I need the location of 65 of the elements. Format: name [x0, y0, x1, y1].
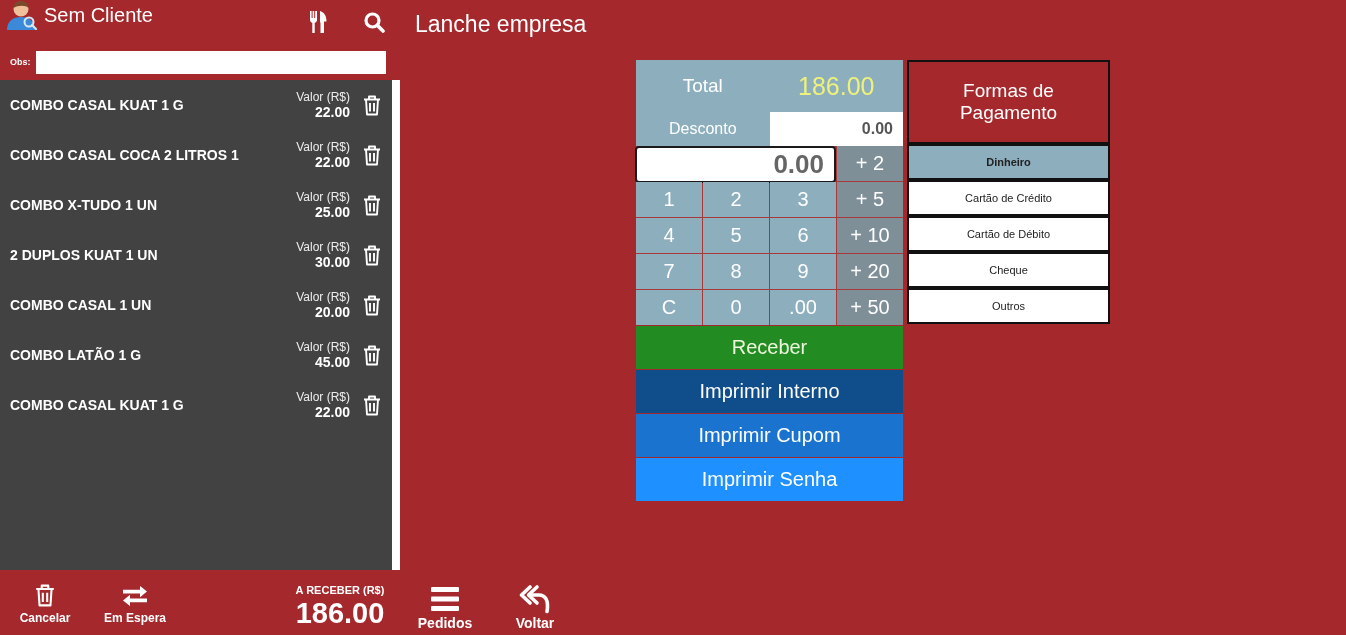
item-name[interactable]: COMBO CASAL 1 UN — [10, 297, 297, 313]
obs-field[interactable] — [36, 50, 386, 74]
trash-icon[interactable] — [363, 144, 381, 166]
price-value: 25.00 — [314, 203, 350, 221]
add-amount-key[interactable]: + 10 — [837, 218, 903, 253]
customer-name[interactable]: Sem Cliente — [44, 3, 153, 27]
item-name[interactable]: COMBO LATÃO 1 G — [10, 347, 297, 363]
discount-label: Desconto — [667, 119, 738, 139]
back-button[interactable]: Voltar — [500, 570, 570, 632]
page-title: Lanche empresa — [415, 10, 587, 38]
print-button[interactable]: Imprimir Senha — [636, 458, 903, 501]
orders-button[interactable]: Pedidos — [410, 570, 480, 632]
trash-icon[interactable] — [363, 94, 381, 116]
print-button[interactable]: Imprimir Cupom — [636, 414, 903, 457]
payment-method-button[interactable]: Outros — [907, 288, 1110, 324]
user-search-icon — [4, 0, 38, 30]
print-button[interactable]: Imprimir Interno — [636, 370, 903, 413]
reply-all-icon — [519, 584, 551, 614]
price-value: 20.00 — [314, 303, 350, 321]
item-name[interactable]: COMBO X-TUDO 1 UN — [10, 197, 297, 213]
payment-method-button[interactable]: Cartão de Crédito — [907, 180, 1110, 216]
item-name[interactable]: COMBO CASAL KUAT 1 G — [10, 97, 297, 113]
add-amount-key[interactable]: + 5 — [837, 182, 903, 217]
hold-button[interactable]: Em Espera — [100, 570, 170, 632]
trash-icon[interactable] — [363, 394, 381, 416]
total-value: 186.00 — [797, 70, 876, 102]
trash-icon[interactable] — [363, 344, 381, 366]
price-label: Valor (R$) — [296, 289, 350, 304]
price-label: Valor (R$) — [296, 239, 350, 254]
payment-method-button[interactable]: Cartão de Débito — [907, 216, 1110, 252]
price-value: 45.00 — [314, 353, 350, 371]
price-label: Valor (R$) — [296, 139, 350, 154]
add-amount-key[interactable]: + 50 — [837, 290, 903, 325]
menu-icon — [431, 587, 459, 611]
item-name[interactable]: COMBO CASAL COCA 2 LITROS 1 — [10, 147, 297, 163]
cancel-button[interactable]: Cancelar — [10, 570, 80, 632]
cutlery-icon[interactable] — [309, 11, 327, 33]
trash-icon[interactable] — [363, 244, 381, 266]
trash-icon[interactable] — [363, 294, 381, 316]
item-name[interactable]: COMBO CASAL KUAT 1 G — [10, 397, 297, 413]
total-label: Total — [681, 74, 724, 98]
price-label: Valor (R$) — [296, 189, 350, 204]
trash-icon[interactable] — [363, 194, 381, 216]
amount-due-label: A RECEBER (R$) — [295, 583, 385, 597]
add-amount-key[interactable]: + 2 — [837, 146, 903, 181]
search-icon[interactable] — [364, 12, 385, 33]
payment-method-button[interactable]: Dinheiro — [907, 144, 1110, 180]
price-value: 22.00 — [314, 403, 350, 421]
obs-label: Obs: — [10, 57, 32, 67]
price-value: 22.00 — [314, 103, 350, 121]
trash-icon — [35, 584, 55, 607]
swap-arrows-icon — [122, 585, 148, 607]
item-name[interactable]: 2 DUPLOS KUAT 1 UN — [10, 247, 297, 263]
payment-methods-title: Formas de Pagamento — [907, 60, 1110, 144]
price-value: 30.00 — [314, 253, 350, 271]
payment-method-button[interactable]: Cheque — [907, 252, 1110, 288]
price-label: Valor (R$) — [296, 389, 350, 404]
price-label: Valor (R$) — [296, 339, 350, 354]
price-label: Valor (R$) — [296, 89, 350, 104]
price-value: 22.00 — [314, 153, 350, 171]
amount-field[interactable]: 0.00 — [635, 146, 836, 183]
receive-button[interactable]: Receber — [636, 326, 903, 369]
amount-due-value: 186.00 — [295, 597, 385, 629]
discount-field[interactable]: 0.00 — [769, 112, 903, 146]
add-amount-key[interactable]: + 20 — [837, 254, 903, 289]
